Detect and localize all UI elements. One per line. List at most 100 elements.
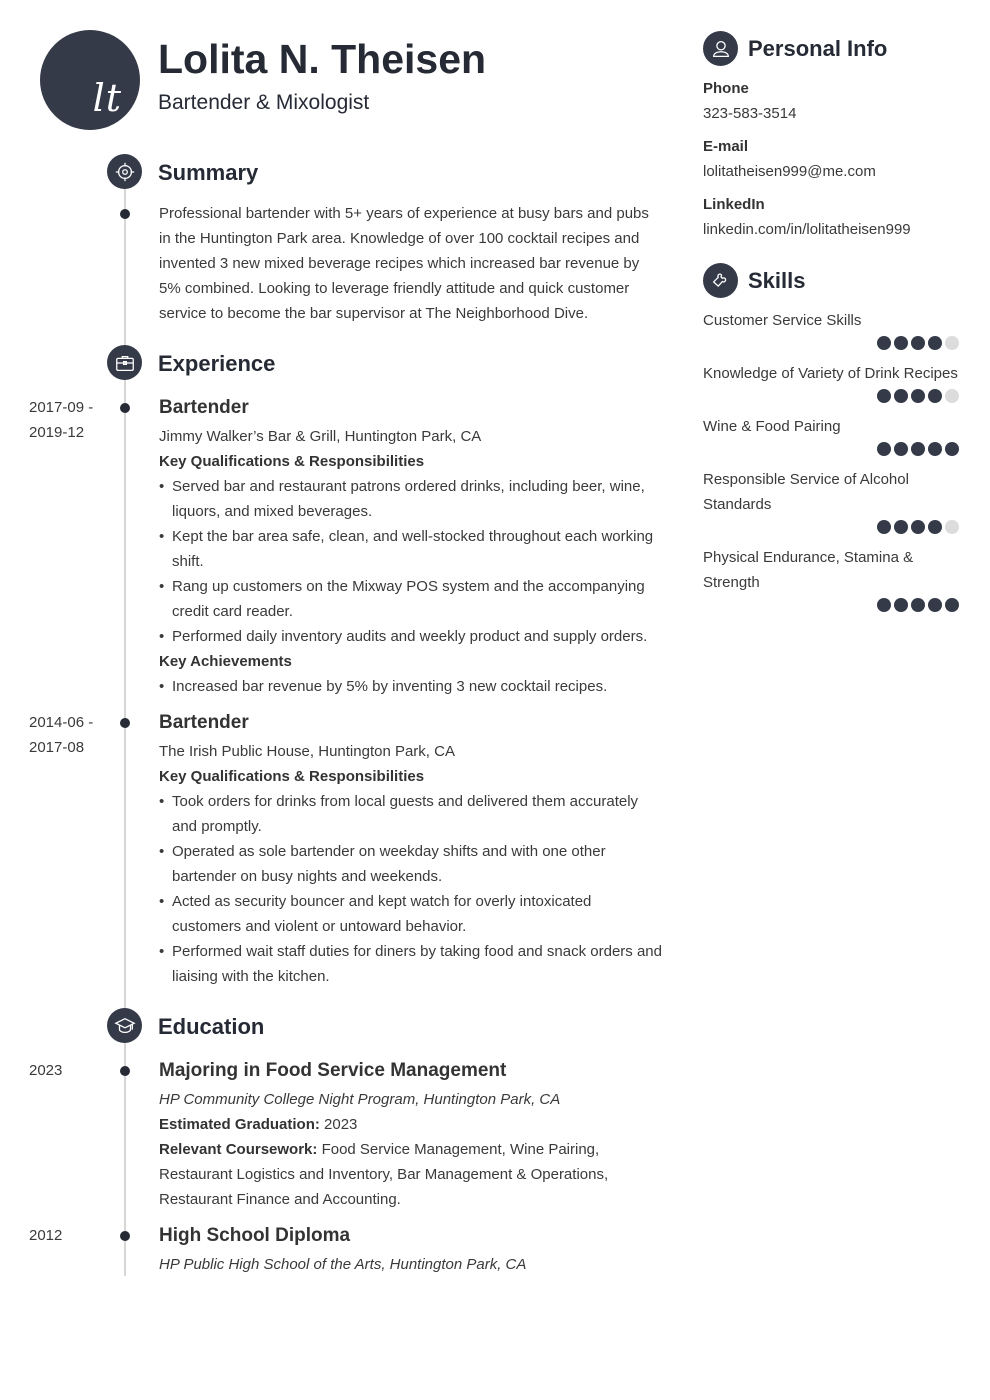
school-name: HP Community College Night Program, Hunt… [159,1091,561,1108]
rating-dot-filled [894,442,908,456]
job-title: Bartender [159,397,249,418]
phone-label: Phone [703,80,749,97]
responsibilities-heading: Key Qualifications & Responsibilities [159,453,425,470]
list-item: Kept the bar area safe, clean, and well-… [159,524,664,574]
job-date-start: 2014-06 - [29,714,94,731]
list-item: Performed daily inventory audits and wee… [159,624,664,649]
list-item: Increased bar revenue by 5% by inventing… [159,674,664,699]
skill-rating [703,336,959,350]
rating-dot-filled [928,598,942,612]
job-company: The Irish Public House, Huntington Park,… [159,743,455,760]
rating-dot-filled [911,336,925,350]
job-title: Bartender [159,712,249,733]
skills-list: Customer Service Skills Knowledge of Var… [703,308,959,623]
skill-name: Wine & Food Pairing [703,418,841,435]
skill-item: Customer Service Skills [703,308,959,350]
skill-item: Knowledge of Variety of Drink Recipes [703,361,959,403]
target-icon [107,154,142,189]
list-item: Served bar and restaurant patrons ordere… [159,474,664,524]
job-entry: Bartender Jimmy Walker’s Bar & Grill, Hu… [159,395,664,699]
skill-rating [703,389,959,403]
job-date-start: 2017-09 - [29,399,94,416]
school-name: HP Public High School of the Arts, Hunti… [159,1256,527,1273]
job-date-end: 2019-12 [29,424,85,441]
timeline-dot [120,209,130,219]
skill-name: Customer Service Skills [703,312,862,329]
candidate-role: Bartender & Mixologist [158,91,370,114]
linkedin-label: LinkedIn [703,196,765,213]
education-entry: High School Diploma HP Public High Schoo… [159,1223,664,1277]
rating-dot-filled [894,336,908,350]
timeline-dot [120,718,130,728]
rating-dot-filled [928,442,942,456]
rating-dot-filled [945,598,959,612]
responsibilities-list: Took orders for drinks from local guests… [159,789,664,989]
achievements-heading: Key Achievements [159,653,292,670]
responsibilities-list: Served bar and restaurant patrons ordere… [159,474,664,649]
list-item: Acted as security bouncer and kept watch… [159,889,664,939]
section-title-skills: Skills [748,268,806,293]
phone-value[interactable]: 323-583-3514 [703,101,963,126]
rating-dot-filled [894,520,908,534]
skill-item: Responsible Service of Alcohol Standards [703,467,959,534]
linkedin-value[interactable]: linkedin.com/in/lolitatheisen999 [703,217,963,242]
rating-dot-filled [894,389,908,403]
coursework-line: Relevant Coursework: Food Service Manage… [159,1137,664,1212]
rating-dot-filled [911,442,925,456]
rating-dot-filled [928,389,942,403]
skill-name: Physical Endurance, Stamina & Strength [703,549,914,591]
graduation-value: 2023 [324,1116,358,1133]
list-item: Operated as sole bartender on weekday sh… [159,839,664,889]
education-entry: Majoring in Food Service Management HP C… [159,1058,664,1212]
section-title-personal-info: Personal Info [748,36,888,61]
skill-name: Responsible Service of Alcohol Standards [703,471,909,513]
timeline-dot [120,1066,130,1076]
rating-dot-filled [911,389,925,403]
skill-item: Wine & Food Pairing [703,414,959,456]
rating-dot-filled [911,520,925,534]
user-icon [703,31,738,66]
rating-dot-filled [877,389,891,403]
rating-dot-filled [877,336,891,350]
graduation-cap-icon [107,1008,142,1043]
avatar: lt [40,30,140,130]
timeline-dot [120,1231,130,1241]
list-item: Performed wait staff duties for diners b… [159,939,664,989]
graduation-line: Estimated Graduation: 2023 [159,1112,664,1137]
rating-dot-filled [877,442,891,456]
job-date-end: 2017-08 [29,739,85,756]
personal-info-list: Phone 323-583-3514 E-mail lolitatheisen9… [703,76,963,250]
briefcase-icon [107,345,142,380]
job-dates: 2017-09 - 2019-12 [29,395,109,445]
list-item: Took orders for drinks from local guests… [159,789,664,839]
rating-dot-filled [894,598,908,612]
rating-dot-filled [928,520,942,534]
responsibilities-heading: Key Qualifications & Responsibilities [159,768,425,785]
skill-item: Physical Endurance, Stamina & Strength [703,545,959,612]
education-date: 2012 [29,1227,63,1244]
achievements-list: Increased bar revenue by 5% by inventing… [159,674,664,699]
skill-rating [703,442,959,456]
section-title-summary: Summary [158,160,259,185]
list-item: Rang up customers on the Mixway POS syst… [159,574,664,624]
timeline-dot [120,403,130,413]
rating-dot-filled [877,520,891,534]
email-label: E-mail [703,138,749,155]
rating-dot-filled [877,598,891,612]
section-title-experience: Experience [158,351,276,376]
rating-dot-empty [945,336,959,350]
coursework-label: Relevant Coursework: [159,1141,318,1158]
degree-title: Majoring in Food Service Management [159,1060,507,1081]
skill-name: Knowledge of Variety of Drink Recipes [703,365,958,382]
job-entry: Bartender The Irish Public House, Huntin… [159,710,664,989]
skill-rating [703,598,959,612]
section-title-education: Education [158,1014,265,1039]
skill-rating [703,520,959,534]
email-value[interactable]: lolitatheisen999@me.com [703,159,963,184]
job-company: Jimmy Walker’s Bar & Grill, Huntington P… [159,428,482,445]
rating-dot-empty [945,520,959,534]
rating-dot-filled [945,442,959,456]
degree-title: High School Diploma [159,1225,351,1246]
candidate-name: Lolita N. Theisen [158,36,487,82]
rating-dot-empty [945,389,959,403]
